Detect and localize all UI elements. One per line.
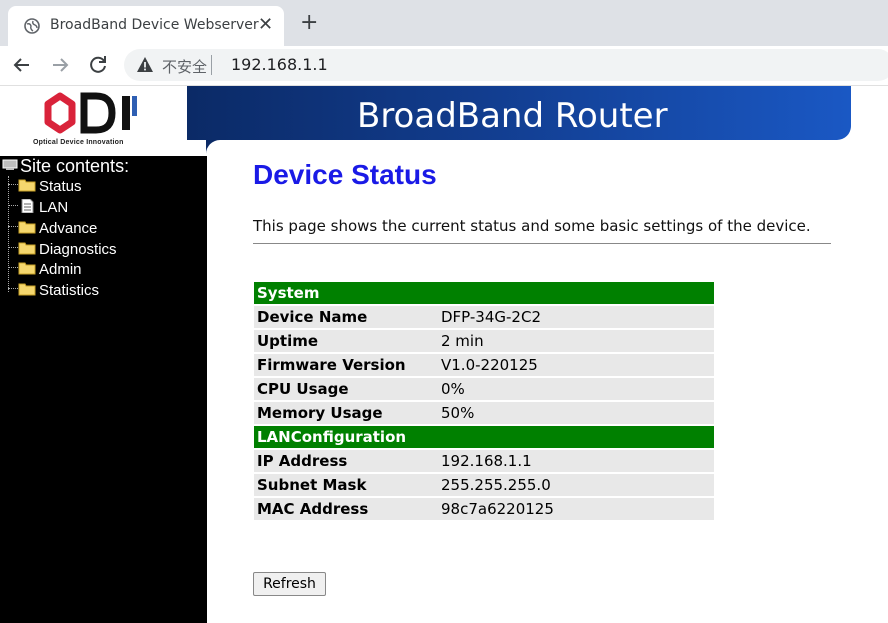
row-key: Uptime <box>254 330 438 352</box>
browser-toolbar: 不安全 192.168.1.1 <box>0 46 888 86</box>
back-arrow-icon[interactable] <box>10 53 34 77</box>
sidebar-item-diagnostics[interactable]: Diagnostics <box>8 241 117 261</box>
sidebar-item-advance[interactable]: Advance <box>8 220 97 240</box>
table-row: Firmware Version V1.0-220125 <box>254 354 714 376</box>
address-separator <box>211 55 212 75</box>
logo-tagline: Optical Device Innovation <box>33 139 124 146</box>
table-row: Device Name DFP-34G-2C2 <box>254 306 714 328</box>
table-row: IP Address 192.168.1.1 <box>254 450 714 472</box>
sidebar-item-label[interactable]: LAN <box>39 199 68 216</box>
tab-close-icon[interactable]: ✕ <box>258 14 273 35</box>
sidebar-item-label[interactable]: Advance <box>39 220 97 237</box>
row-key: IP Address <box>254 450 438 472</box>
section-title: System <box>254 282 714 304</box>
folder-icon <box>18 242 36 255</box>
new-tab-button[interactable]: + <box>300 10 318 35</box>
row-key: Firmware Version <box>254 354 438 376</box>
folder-icon <box>18 221 36 234</box>
status-table: System Device Name DFP-34G-2C2 Uptime 2 … <box>254 280 714 522</box>
page-title: Device Status <box>253 159 437 190</box>
address-bar[interactable]: 不安全 192.168.1.1 <box>124 49 888 81</box>
sidebar-heading-label: Site contents: <box>20 156 130 176</box>
divider <box>253 243 831 244</box>
section-header-system: System <box>254 282 714 304</box>
table-row: Subnet Mask 255.255.255.0 <box>254 474 714 496</box>
table-row: Memory Usage 50% <box>254 402 714 424</box>
row-key: MAC Address <box>254 498 438 520</box>
row-value: DFP-34G-2C2 <box>438 306 714 328</box>
sidebar-item-label[interactable]: Diagnostics <box>39 241 117 258</box>
row-key: Memory Usage <box>254 402 438 424</box>
row-value: 98c7a6220125 <box>438 498 714 520</box>
table-row: CPU Usage 0% <box>254 378 714 400</box>
row-key: Subnet Mask <box>254 474 438 496</box>
row-value: V1.0-220125 <box>438 354 714 376</box>
url-text[interactable]: 192.168.1.1 <box>231 55 328 74</box>
banner-title: BroadBand Router <box>357 96 668 136</box>
row-value: 192.168.1.1 <box>438 450 714 472</box>
globe-icon <box>24 18 40 34</box>
document-icon <box>21 199 34 213</box>
sidebar-item-label[interactable]: Status <box>39 178 82 195</box>
table-row: MAC Address 98c7a6220125 <box>254 498 714 520</box>
sidebar-item-status[interactable]: Status <box>8 178 82 198</box>
row-value: 2 min <box>438 330 714 352</box>
section-title: LANConfiguration <box>254 426 714 448</box>
row-key: CPU Usage <box>254 378 438 400</box>
main-content: Device Status This page shows the curren… <box>207 156 888 623</box>
refresh-button[interactable]: Refresh <box>253 572 326 596</box>
sidebar-heading: Site contents: <box>2 156 129 177</box>
folder-icon <box>18 262 36 275</box>
warning-icon[interactable] <box>136 56 154 74</box>
odi-logo-icon <box>44 92 137 134</box>
table-row: Uptime 2 min <box>254 330 714 352</box>
tab-title: BroadBand Device Webserver <box>50 17 259 33</box>
sidebar-item-label[interactable]: Statistics <box>39 282 99 299</box>
row-value: 255.255.255.0 <box>438 474 714 496</box>
browser-tab[interactable]: BroadBand Device Webserver ✕ <box>8 6 284 46</box>
sidebar-item-label[interactable]: Admin <box>39 261 82 278</box>
section-header-lan: LANConfiguration <box>254 426 714 448</box>
computer-icon <box>2 159 18 170</box>
reload-icon[interactable] <box>86 53 110 77</box>
router-page: Optical Device Innovation BroadBand Rout… <box>0 86 888 623</box>
logo: Optical Device Innovation <box>0 86 187 156</box>
sidebar-item-lan[interactable]: LAN <box>8 199 68 219</box>
row-value: 50% <box>438 402 714 424</box>
header-banner: BroadBand Router <box>187 86 851 140</box>
sidebar: Site contents: Status LAN Advance Diagno… <box>0 156 207 623</box>
page-description: This page shows the current status and s… <box>253 217 811 235</box>
sidebar-item-admin[interactable]: Admin <box>8 261 82 281</box>
security-status[interactable]: 不安全 <box>162 56 207 77</box>
row-key: Device Name <box>254 306 438 328</box>
folder-icon <box>18 283 36 296</box>
sidebar-item-statistics[interactable]: Statistics <box>8 282 99 302</box>
forward-arrow-icon[interactable] <box>48 53 72 77</box>
folder-icon <box>18 179 36 192</box>
browser-tabstrip: BroadBand Device Webserver ✕ + <box>0 0 888 46</box>
row-value: 0% <box>438 378 714 400</box>
